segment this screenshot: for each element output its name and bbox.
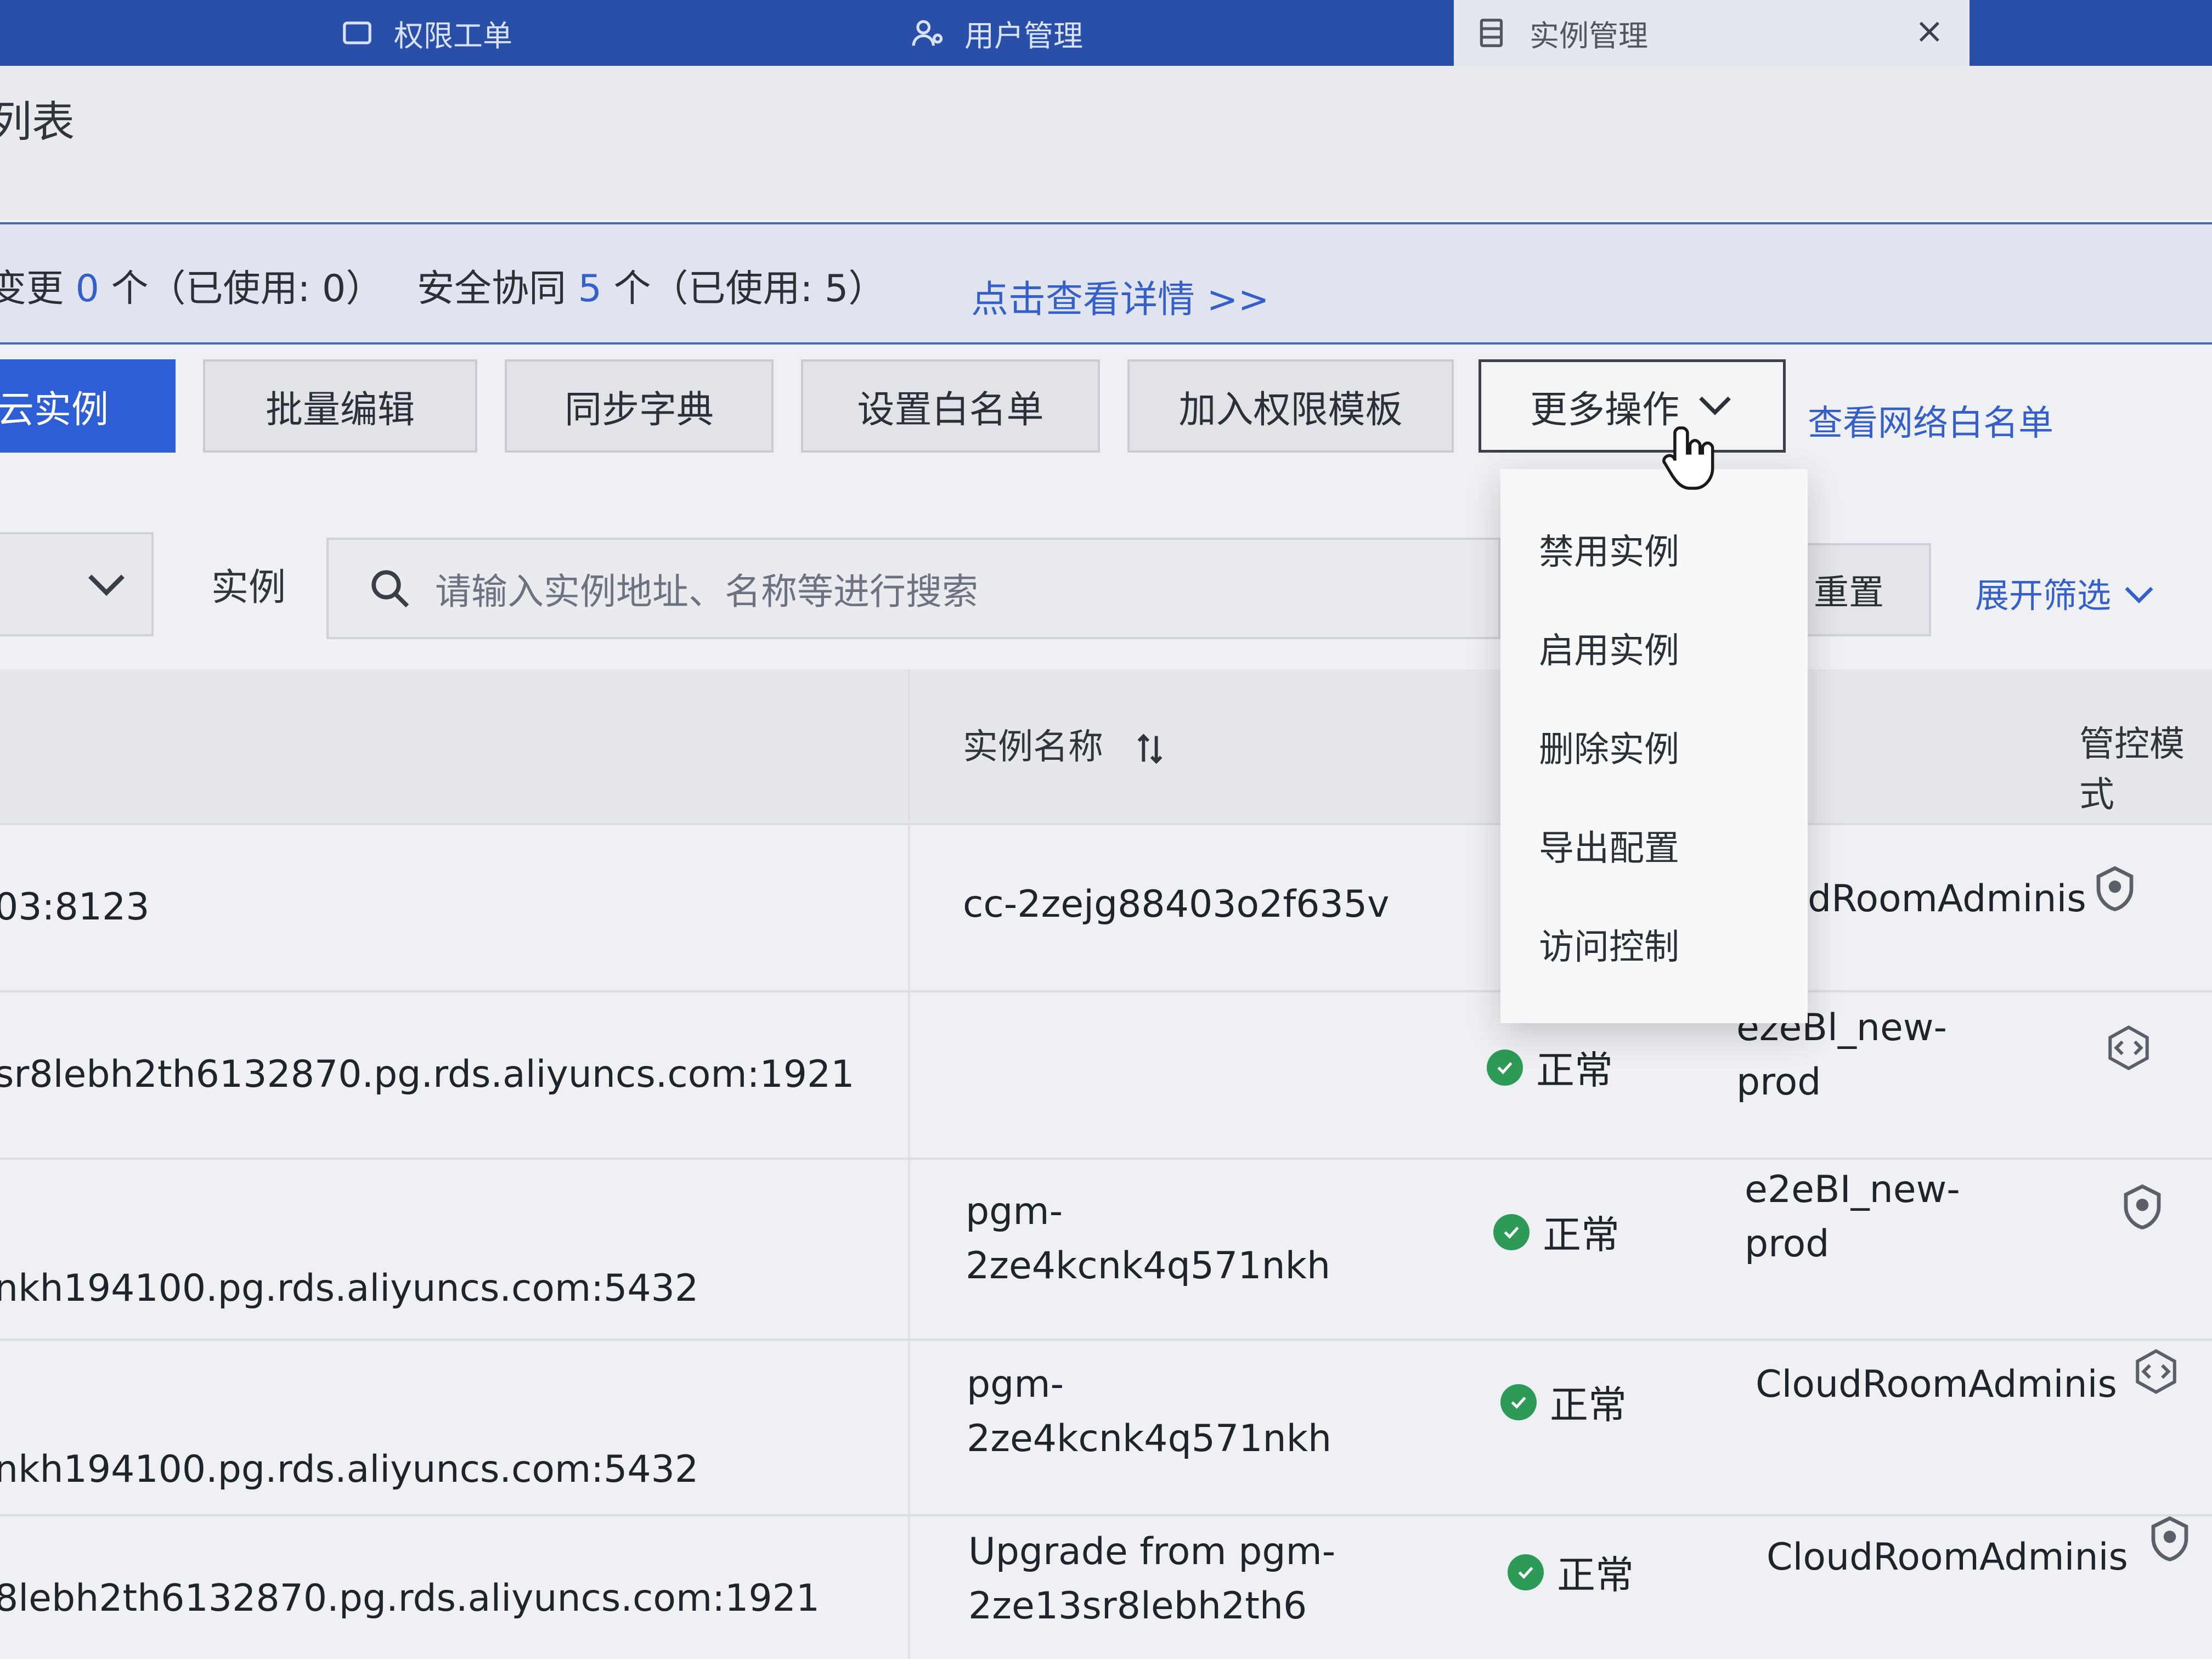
row-divider [0,1514,2212,1516]
column-header-control-mode: 管控模式 [2079,724,2185,815]
tab-label: 用户管理 [964,18,1083,53]
search-input[interactable]: 请输入实例地址、名称等进行搜索 [326,538,1500,639]
more-actions-button[interactable]: 更多操作 [1479,359,1786,453]
table-row-owner: CloudRoomAdminis [1756,1363,2117,1406]
change-quota: 变更 0 个（已使用: 0） [0,267,383,311]
user-icon [912,20,943,46]
database-icon [1480,19,1503,47]
more-actions-label: 更多操作 [1530,388,1679,432]
chevron-down-icon [2125,586,2153,603]
table-row-name[interactable]: pgm- 2ze4kcnk4q571nkh [966,1185,1330,1293]
page-header [0,66,2212,219]
security-quota: 安全协同 5 个（已使用: 5） [417,267,886,311]
code-icon [2136,1349,2176,1394]
chevron-down-icon [88,574,125,596]
filter-select[interactable] [0,532,154,636]
status-badge: 正常 [1508,1544,1634,1600]
table-row-name[interactable]: Upgrade from pgm- 2ze13sr8lebh2th6 [968,1525,1335,1633]
menu-item-delete-instance[interactable]: 删除实例 [1539,721,1679,772]
shield-icon [2151,1516,2188,1561]
tab-label: 实例管理 [1530,18,1648,53]
check-circle-icon [1500,1384,1537,1420]
search-icon [371,569,409,607]
status-badge: 正常 [1493,1204,1620,1260]
batch-edit-button[interactable]: 批量编辑 [203,359,477,453]
table-row-owner: CloudRoomAdminis [1767,1536,2128,1579]
menu-item-access-control[interactable]: 访问控制 [1539,919,1679,969]
tab-instance-management[interactable]: 实例管理 [1454,0,1970,66]
status-badge: 正常 [1487,1040,1613,1095]
instance-type-label: 实例 [211,566,286,610]
shield-icon [2096,866,2134,911]
status-badge: 正常 [1500,1374,1627,1430]
check-circle-icon [1493,1214,1530,1250]
table-row-address: 8lebh2th6132870.pg.rds.aliyuncs.com:1921 [0,1577,820,1620]
tab-permission-ticket[interactable]: 权限工单 [340,0,512,66]
column-divider [908,669,910,1659]
table-row-address: nkh194100.pg.rds.aliyuncs.com:5432 [0,1448,699,1491]
expand-filter-link[interactable]: 展开筛选 [1975,568,2156,617]
view-network-whitelist-link[interactable]: 查看网络白名单 [1808,395,2053,445]
chevron-down-icon [1699,396,1731,415]
menu-item-enable-instance[interactable]: 启用实例 [1539,623,1679,673]
table-row-owner: dRoomAdminis [1808,877,2086,921]
check-circle-icon [1487,1049,1523,1086]
hand-cursor-icon [1662,426,1714,490]
sync-dictionary-button[interactable]: 同步字典 [505,359,774,453]
add-permission-template-button[interactable]: 加入权限模板 [1127,359,1454,453]
close-icon[interactable]: × [1915,11,1944,52]
table-row-address: sr8lebh2th6132870.pg.rds.aliyuncs.com:19… [0,1053,855,1096]
row-divider [0,1339,2212,1341]
view-details-link[interactable]: 点击查看详情 >> [971,269,1269,323]
ticket-icon [343,21,371,44]
more-actions-menu: 禁用实例 启用实例 删除实例 导出配置 访问控制 [1500,469,1808,1023]
table-row-name[interactable]: pgm- 2ze4kcnk4q571nkh [967,1358,1331,1466]
row-divider [0,1158,2212,1160]
sort-icon[interactable] [1131,730,1169,768]
search-placeholder: 请输入实例地址、名称等进行搜索 [435,570,978,613]
table-row-name[interactable]: cc-2zejg88403o2f635v [963,878,1389,932]
menu-item-export-config[interactable]: 导出配置 [1539,820,1679,871]
column-header-name: 实例名称 [963,719,1169,769]
code-icon [2108,1025,2149,1070]
shield-icon [2124,1184,2161,1229]
menu-item-disable-instance[interactable]: 禁用实例 [1539,524,1679,574]
tab-user-management[interactable]: 用户管理 [911,0,1083,66]
tab-label: 权限工单 [394,18,512,53]
add-instance-button[interactable]: 云实例 [0,359,176,453]
page-title: 列表 [0,98,75,147]
table-row-address: nkh194100.pg.rds.aliyuncs.com:5432 [0,1267,699,1310]
table-row-owner: e2eBI_new- prod [1745,1168,1960,1266]
set-whitelist-button[interactable]: 设置白名单 [801,359,1100,453]
table-row-address: 03:8123 [0,885,150,929]
row-divider [0,990,2212,992]
check-circle-icon [1508,1554,1544,1590]
